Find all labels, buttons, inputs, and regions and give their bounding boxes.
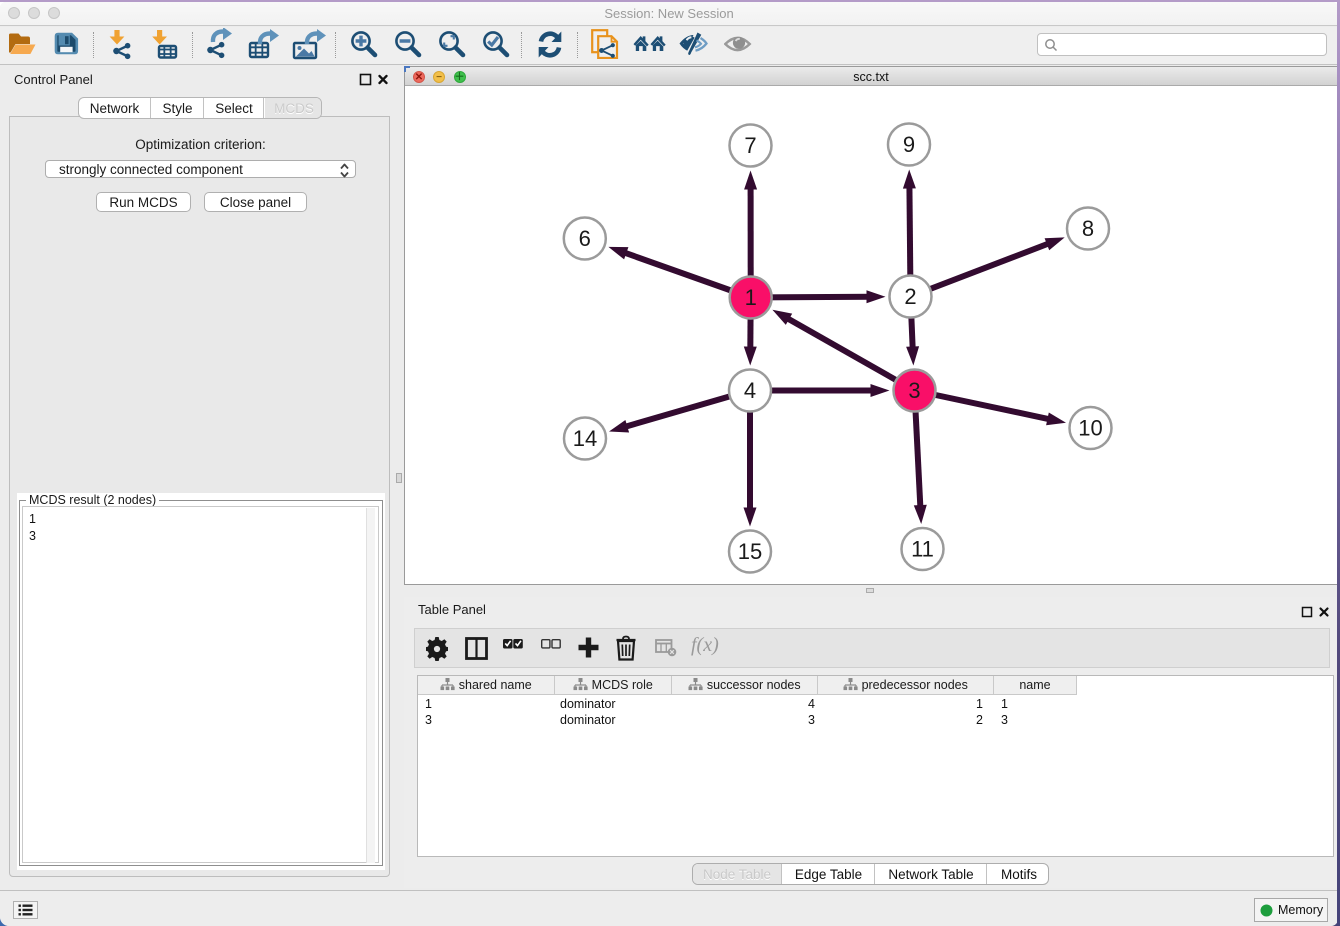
svg-text:15: 15 xyxy=(738,539,762,564)
svg-text:1: 1 xyxy=(745,285,757,310)
svg-text:6: 6 xyxy=(579,226,591,251)
svg-text:7: 7 xyxy=(744,133,756,158)
svg-text:4: 4 xyxy=(744,378,756,403)
svg-text:9: 9 xyxy=(903,132,915,157)
svg-text:8: 8 xyxy=(1082,216,1094,241)
svg-text:14: 14 xyxy=(573,426,597,451)
svg-text:10: 10 xyxy=(1078,416,1102,441)
svg-text:11: 11 xyxy=(911,537,934,562)
svg-text:3: 3 xyxy=(908,378,920,403)
svg-text:2: 2 xyxy=(904,284,916,309)
